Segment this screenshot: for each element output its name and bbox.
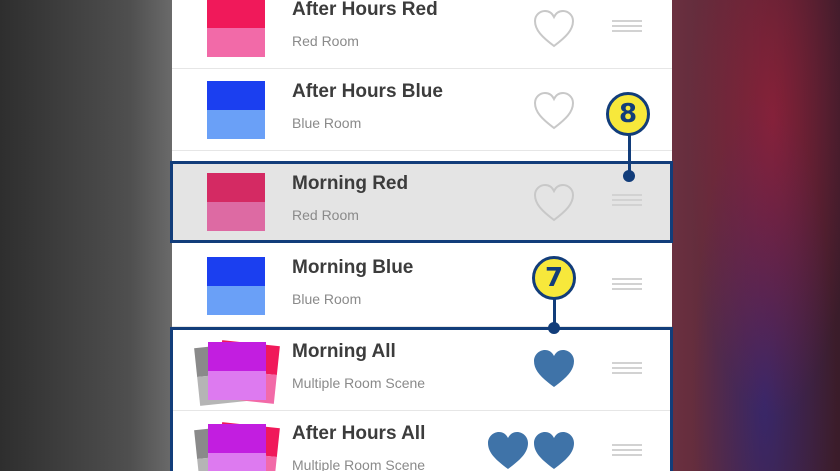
callout-box-8 (170, 161, 673, 243)
heart-outline-icon[interactable] (532, 9, 576, 49)
callout-badge-8: 8 (606, 92, 650, 136)
scene-room: Blue Room (292, 115, 362, 131)
scene-room: Blue Room (292, 291, 362, 307)
scene-row-morning-blue[interactable]: Morning Blue Blue Room (172, 245, 672, 327)
callout-line-8 (628, 130, 631, 174)
background-blur-right (672, 0, 840, 471)
drag-handle-icon[interactable] (612, 20, 642, 32)
scene-row-after-hours-red[interactable]: After Hours Red Red Room (172, 0, 672, 69)
scene-title: After Hours Red (292, 0, 438, 20)
scene-row-after-hours-blue[interactable]: After Hours Blue Blue Room (172, 69, 672, 151)
background-blur-left (0, 0, 172, 471)
scene-color-swatch (207, 257, 265, 315)
scene-color-swatch (207, 0, 265, 57)
callout-box-7 (170, 327, 673, 471)
heart-outline-icon[interactable] (532, 91, 576, 131)
callout-dot-7 (548, 322, 560, 334)
callout-badge-7: 7 (532, 256, 576, 300)
scene-room: Red Room (292, 33, 359, 49)
scene-color-swatch (207, 81, 265, 139)
drag-handle-icon[interactable] (612, 278, 642, 290)
scene-title: After Hours Blue (292, 81, 443, 102)
scene-title: Morning Blue (292, 257, 414, 278)
callout-dot-8 (623, 170, 635, 182)
